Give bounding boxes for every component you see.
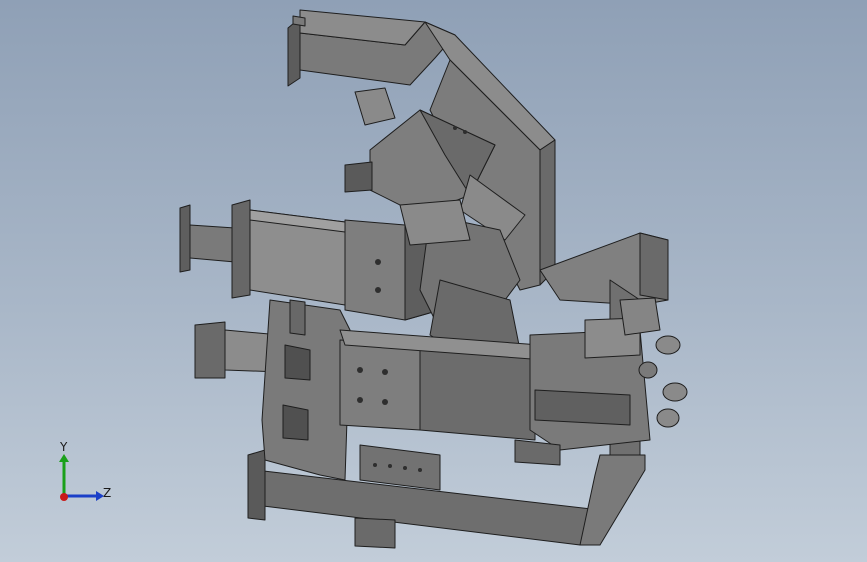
top-frame-beam xyxy=(287,9,456,87)
lower-left-bracket xyxy=(261,299,351,481)
y-axis-label: Y xyxy=(60,440,68,454)
x-axis-dot-icon xyxy=(60,493,68,501)
y-axis-arrow-icon xyxy=(59,454,69,462)
upper-left-cylinder xyxy=(179,199,346,306)
z-axis-label: Z xyxy=(103,486,112,500)
right-module xyxy=(514,297,661,466)
orientation-triad: Y Z xyxy=(50,440,120,510)
3d-viewport[interactable]: Y Z xyxy=(0,0,867,562)
cad-assembly-model[interactable] xyxy=(0,0,867,562)
central-lower-block xyxy=(339,329,546,491)
